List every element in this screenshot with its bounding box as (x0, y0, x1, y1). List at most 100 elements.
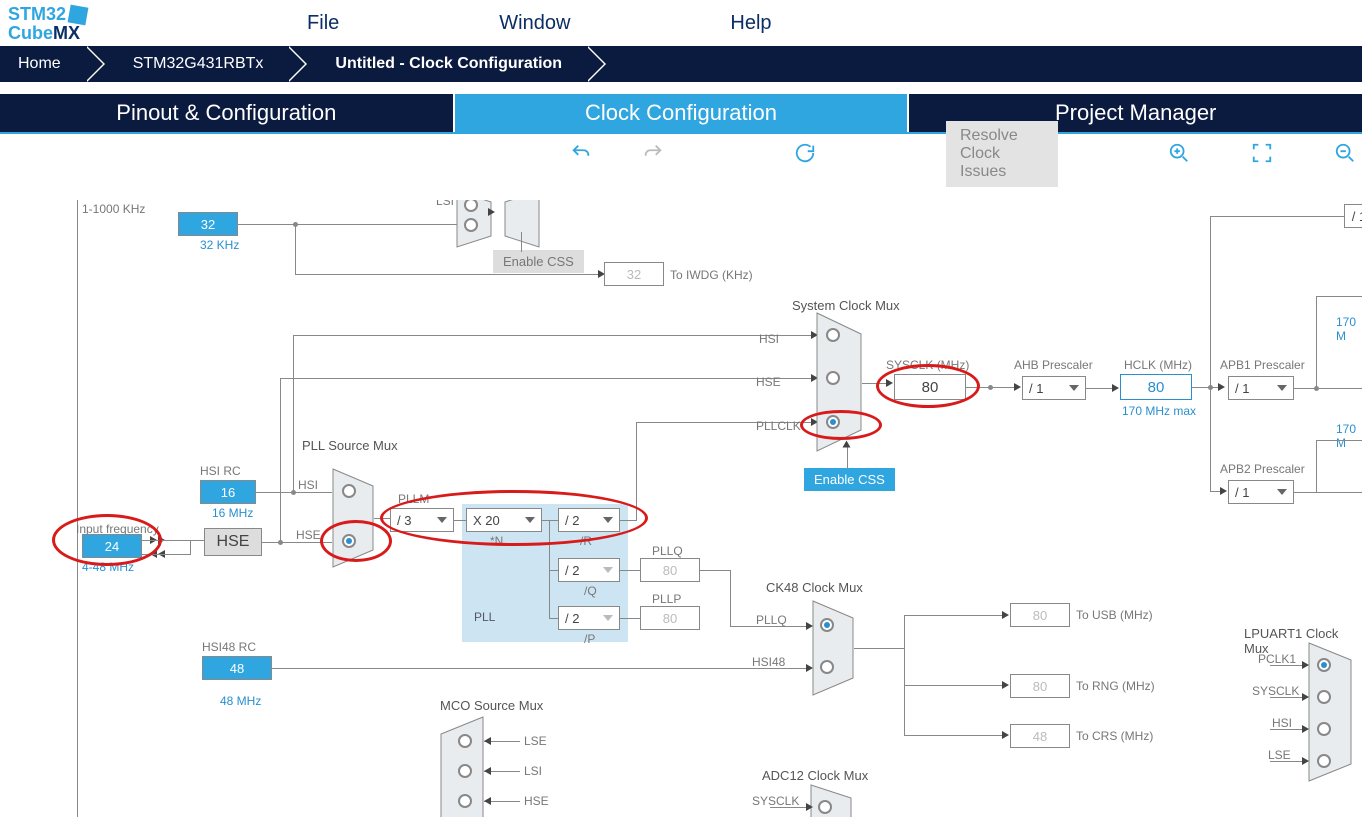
apb1-label: APB1 Prescaler (1220, 358, 1305, 372)
menu-bar: File Window Help (307, 12, 772, 35)
lpuart-sysclk-label: SYSCLK (1252, 684, 1299, 698)
pllq-select[interactable]: / 2 (558, 558, 620, 582)
enable-css-lse-button[interactable]: Enable CSS (493, 250, 584, 273)
mco-lse-radio[interactable] (458, 734, 472, 748)
zoom-out-button[interactable] (1334, 142, 1362, 166)
hsi48-rc-label: HSI48 RC (202, 640, 256, 654)
chevron-down-icon (1277, 489, 1287, 495)
zoom-in-button[interactable] (1168, 142, 1196, 166)
logo-mx: MX (53, 23, 80, 43)
crumb-home[interactable]: Home (0, 46, 103, 82)
hsi48-unit: 48 MHz (220, 694, 261, 708)
fit-button[interactable] (1251, 142, 1279, 166)
sysmux-hse-radio[interactable] (826, 371, 840, 385)
hse-block: HSE (204, 528, 262, 556)
pllp-select[interactable]: / 2 (558, 606, 620, 630)
lpuart-pclk1-radio[interactable] (1317, 658, 1331, 672)
refresh-button[interactable] (794, 142, 816, 166)
breadcrumb: Home STM32G431RBTx Untitled - Clock Conf… (0, 46, 1362, 82)
ahb-prescaler-label: AHB Prescaler (1014, 358, 1093, 372)
top-right-div1[interactable]: / 1 (1344, 204, 1362, 228)
menu-window[interactable]: Window (499, 12, 570, 35)
sysmux-pllclk-radio[interactable] (826, 415, 840, 429)
adc-sysclk-label: SYSCLK (752, 794, 799, 808)
chevron-down-icon (1069, 385, 1079, 391)
pllr-select[interactable]: / 2 (558, 508, 620, 532)
adc-sysclk-radio[interactable] (818, 800, 832, 814)
ck48-pllq-radio[interactable] (820, 618, 834, 632)
pllq-out-value: 80 (640, 558, 700, 582)
adc12-mux[interactable] (810, 784, 852, 817)
apb2-prescaler-select[interactable]: / 1 (1228, 480, 1294, 504)
pllm-select[interactable]: / 3 (390, 508, 454, 532)
usb-value: 80 (1010, 603, 1070, 627)
redo-button[interactable] (642, 142, 664, 166)
lpuart-lse-radio[interactable] (1317, 754, 1331, 768)
hsi-value[interactable]: 16 (200, 480, 256, 504)
logo-cube: Cube (8, 23, 53, 43)
pllq-label: PLLQ (652, 544, 683, 558)
lpuart-pclk1-label: PCLK1 (1258, 652, 1296, 666)
resolve-clock-issues-button[interactable]: Resolve Clock Issues (946, 121, 1058, 187)
adc-mux-title: ADC12 Clock Mux (762, 768, 868, 783)
pll-source-mux-title: PLL Source Mux (302, 438, 398, 453)
mco-mux-title: MCO Source Mux (440, 698, 543, 713)
pll-label: PLL (474, 610, 495, 624)
enable-css-button[interactable]: Enable CSS (804, 468, 895, 491)
ahb-prescaler-select[interactable]: / 1 (1022, 376, 1086, 400)
mco-hse-label: HSE (524, 794, 549, 808)
hclk-note: 170 MHz max (1122, 404, 1196, 418)
ck48-hsi48-radio[interactable] (820, 660, 834, 674)
lsi-value[interactable]: 32 (178, 212, 238, 236)
cube-icon (68, 4, 89, 25)
ck48-hsi48-label: HSI48 (752, 655, 785, 669)
pll-source-mux[interactable] (332, 468, 374, 568)
lpuart-hsi-radio[interactable] (1317, 722, 1331, 736)
lsi-range-label: 1-1000 KHz (82, 202, 145, 216)
hclk-value[interactable]: 80 (1120, 374, 1192, 400)
mco-lsi-radio[interactable] (458, 764, 472, 778)
sysmux-hsi-radio[interactable] (826, 328, 840, 342)
system-clock-mux-title: System Clock Mux (792, 298, 900, 313)
apb1-prescaler-select[interactable]: / 1 (1228, 376, 1294, 400)
menu-file[interactable]: File (307, 12, 339, 35)
logo: STM32 CubeMX (8, 6, 87, 41)
hclk-label: HCLK (MHz) (1124, 358, 1192, 372)
sysmux-hsi-label: HSI (759, 332, 779, 346)
lsi-unit: 32 KHz (200, 238, 239, 252)
hse-input-value[interactable]: 24 (82, 534, 142, 558)
crs-value: 48 (1010, 724, 1070, 748)
rng-value: 80 (1010, 674, 1070, 698)
chevron-down-icon (1277, 385, 1287, 391)
hsi-rc-label: HSI RC (200, 464, 241, 478)
pll-src-hse-radio[interactable] (342, 534, 356, 548)
chevron-down-icon (525, 517, 535, 523)
crumb-current[interactable]: Untitled - Clock Configuration (305, 46, 604, 82)
plln-select[interactable]: X 20 (466, 508, 542, 532)
rtc-mux-lsi-radio[interactable] (464, 218, 478, 232)
undo-button[interactable] (570, 142, 592, 166)
hse-sig-label: HSE (296, 528, 321, 542)
pllr-label: /R (580, 534, 592, 548)
tab-pinout[interactable]: Pinout & Configuration (0, 94, 455, 132)
pllm-label: PLLM (398, 492, 429, 506)
chevron-down-icon (603, 567, 613, 573)
sysclk-value[interactable]: 80 (894, 374, 966, 400)
ck48-mux[interactable] (812, 600, 854, 696)
crumb-part[interactable]: STM32G431RBTx (103, 46, 306, 82)
chevron-down-icon (437, 517, 447, 523)
sysmux-pllclk-label: PLLCLK (756, 419, 801, 433)
ck48-pllq-label: PLLQ (756, 613, 787, 627)
iwdg-label: To IWDG (KHz) (670, 268, 753, 282)
menu-help[interactable]: Help (730, 12, 771, 35)
lpuart-hsi-label: HSI (1272, 716, 1292, 730)
mco-hse-radio[interactable] (458, 794, 472, 808)
tab-clock[interactable]: Clock Configuration (455, 94, 910, 132)
lpuart-sysclk-radio[interactable] (1317, 690, 1331, 704)
mco-lsi-label: LSI (524, 764, 542, 778)
hsi48-value[interactable]: 48 (202, 656, 272, 680)
main-tabs: Pinout & Configuration Clock Configurati… (0, 94, 1362, 132)
hse-range: 4-48 MHz (82, 560, 134, 574)
pll-src-hsi-radio[interactable] (342, 484, 356, 498)
clock-diagram[interactable]: 1-1000 KHz 32 32 KHz LSI Enable CSS 32 T… (0, 200, 1362, 817)
